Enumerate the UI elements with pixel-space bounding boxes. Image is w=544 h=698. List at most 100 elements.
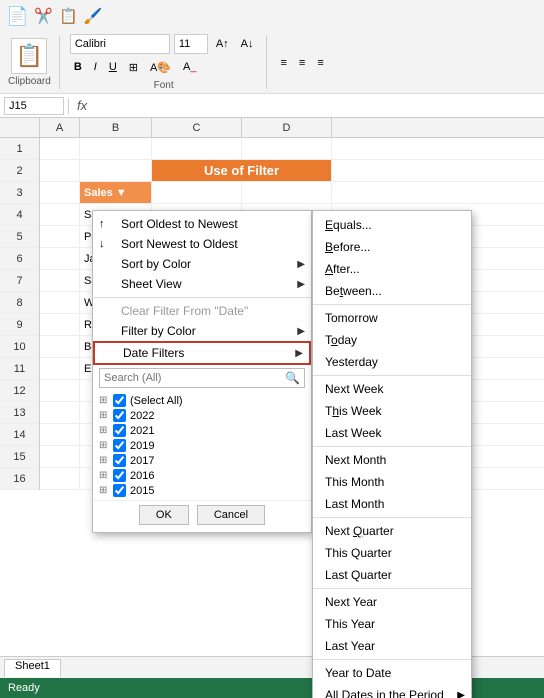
submenu-this-month[interactable]: This Month bbox=[313, 471, 471, 493]
file-menu-icon[interactable]: 📄 bbox=[6, 6, 28, 27]
cell-a15[interactable] bbox=[40, 446, 80, 467]
checkbox-select-all[interactable]: ⊞ (Select All) bbox=[99, 393, 305, 408]
checkbox-2016-input[interactable] bbox=[113, 469, 126, 482]
menu-item-date-filters[interactable]: Date Filters ▶ bbox=[93, 341, 311, 365]
cell-c3[interactable] bbox=[152, 182, 242, 203]
checkbox-2022-input[interactable] bbox=[113, 409, 126, 422]
submenu-all-dates-period[interactable]: All Dates in the Period ▶ bbox=[313, 684, 471, 698]
cell-a13[interactable] bbox=[40, 402, 80, 423]
cell-a6[interactable] bbox=[40, 248, 80, 269]
submenu-next-quarter[interactable]: Next Quarter bbox=[313, 520, 471, 542]
cell-d1[interactable] bbox=[242, 138, 332, 159]
checkbox-2022[interactable]: ⊞ 2022 bbox=[99, 408, 305, 423]
checkbox-2015-input[interactable] bbox=[113, 484, 126, 497]
menu-search-box[interactable]: 🔍 bbox=[99, 368, 305, 388]
submenu-last-year[interactable]: Last Year bbox=[313, 635, 471, 657]
cell-a16[interactable] bbox=[40, 468, 80, 489]
cell-a14[interactable] bbox=[40, 424, 80, 445]
formula-input[interactable] bbox=[95, 100, 540, 112]
expand-2021-icon: ⊞ bbox=[99, 425, 109, 436]
menu-item-sheet-view[interactable]: Sheet View ▶ bbox=[93, 274, 311, 294]
ok-button[interactable]: OK bbox=[139, 505, 189, 525]
checkbox-2019[interactable]: ⊞ 2019 bbox=[99, 438, 305, 453]
cell-b3-sales[interactable]: Sales ▼ bbox=[80, 182, 152, 203]
submenu-next-month[interactable]: Next Month bbox=[313, 449, 471, 471]
font-size-input[interactable] bbox=[174, 34, 208, 54]
row-num-15: 15 bbox=[0, 446, 39, 468]
font-shrink-button[interactable]: A↓ bbox=[237, 34, 258, 54]
submenu-this-week[interactable]: This Week bbox=[313, 400, 471, 422]
cell-c1[interactable] bbox=[152, 138, 242, 159]
submenu-year-to-date[interactable]: Year to Date bbox=[313, 662, 471, 684]
cell-a2[interactable] bbox=[40, 160, 80, 181]
paintbrush-icon[interactable]: 🖌️ bbox=[84, 7, 103, 25]
submenu-yesterday[interactable]: Yesterday bbox=[313, 351, 471, 373]
font-color-button[interactable]: A_ bbox=[179, 57, 200, 77]
checkbox-2019-input[interactable] bbox=[113, 439, 126, 452]
cell-a11[interactable] bbox=[40, 358, 80, 379]
italic-button[interactable]: I bbox=[90, 57, 101, 77]
cell-a3[interactable] bbox=[40, 182, 80, 203]
cell-a9[interactable] bbox=[40, 314, 80, 335]
cell-a1[interactable] bbox=[40, 138, 80, 159]
submenu-after[interactable]: After... bbox=[313, 258, 471, 280]
checkbox-2021-input[interactable] bbox=[113, 424, 126, 437]
cell-a12[interactable] bbox=[40, 380, 80, 401]
sheet-tab-sheet1[interactable]: Sheet1 bbox=[4, 659, 61, 677]
checkbox-2021[interactable]: ⊞ 2021 bbox=[99, 423, 305, 438]
submenu-last-month[interactable]: Last Month bbox=[313, 493, 471, 515]
sheet-view-arrow-icon: ▶ bbox=[297, 279, 305, 290]
menu-item-sort-newest[interactable]: ↓ Sort Newest to Oldest bbox=[93, 234, 311, 254]
cell-d3[interactable] bbox=[242, 182, 332, 203]
menu-item-sort-oldest[interactable]: ↑ Sort Oldest to Newest bbox=[93, 214, 311, 234]
menu-item-sort-color[interactable]: Sort by Color ▶ bbox=[93, 254, 311, 274]
checkbox-2017[interactable]: ⊞ 2017 bbox=[99, 453, 305, 468]
checkbox-2015[interactable]: ⊞ 2015 bbox=[99, 483, 305, 498]
fill-color-button[interactable]: A🎨 bbox=[146, 57, 175, 77]
cell-a4[interactable] bbox=[40, 204, 80, 225]
cell-reference-input[interactable] bbox=[4, 97, 64, 115]
search-input[interactable] bbox=[104, 372, 281, 384]
submenu-last-quarter[interactable]: Last Quarter bbox=[313, 564, 471, 586]
font-grow-button[interactable]: A↑ bbox=[212, 34, 233, 54]
cell-c2-title[interactable]: Use of Filter bbox=[152, 160, 332, 181]
cell-a7[interactable] bbox=[40, 270, 80, 291]
submenu-last-year-label: Last Year bbox=[325, 639, 375, 653]
checkbox-select-all-input[interactable] bbox=[113, 394, 126, 407]
cell-b1[interactable] bbox=[80, 138, 152, 159]
menu-label-sort-newest: Sort Newest to Oldest bbox=[121, 237, 238, 251]
checkbox-select-all-label: (Select All) bbox=[130, 395, 183, 407]
submenu-last-week[interactable]: Last Week bbox=[313, 422, 471, 444]
menu-label-sort-color: Sort by Color bbox=[121, 257, 191, 271]
checkbox-2017-input[interactable] bbox=[113, 454, 126, 467]
submenu-between-label: Between... bbox=[325, 284, 382, 298]
submenu-equals[interactable]: Equals... bbox=[313, 214, 471, 236]
scissors-icon[interactable]: ✂️ bbox=[34, 7, 53, 25]
underline-button[interactable]: U bbox=[105, 57, 121, 77]
menu-item-clear-filter[interactable]: Clear Filter From "Date" bbox=[93, 301, 311, 321]
submenu-next-week[interactable]: Next Week bbox=[313, 378, 471, 400]
menu-item-filter-color[interactable]: Filter by Color ▶ bbox=[93, 321, 311, 341]
submenu-between[interactable]: Between... bbox=[313, 280, 471, 302]
border-button[interactable]: ⊞ bbox=[125, 57, 142, 77]
submenu-this-year[interactable]: This Year bbox=[313, 613, 471, 635]
submenu-next-year[interactable]: Next Year bbox=[313, 591, 471, 613]
align-left-button[interactable]: ≡ bbox=[277, 53, 291, 73]
cell-b2[interactable] bbox=[80, 160, 152, 181]
submenu-before[interactable]: Before... bbox=[313, 236, 471, 258]
cell-a10[interactable] bbox=[40, 336, 80, 357]
align-right-button[interactable]: ≡ bbox=[313, 53, 327, 73]
font-name-input[interactable] bbox=[70, 34, 170, 54]
bold-button[interactable]: B bbox=[70, 57, 86, 77]
cancel-button[interactable]: Cancel bbox=[197, 505, 265, 525]
cell-a8[interactable] bbox=[40, 292, 80, 313]
checkbox-2016[interactable]: ⊞ 2016 bbox=[99, 468, 305, 483]
submenu-tomorrow[interactable]: Tomorrow bbox=[313, 307, 471, 329]
align-center-button[interactable]: ≡ bbox=[295, 53, 309, 73]
cell-a5[interactable] bbox=[40, 226, 80, 247]
submenu-this-quarter[interactable]: This Quarter bbox=[313, 542, 471, 564]
submenu-today[interactable]: Today bbox=[313, 329, 471, 351]
paste-button[interactable]: 📋 bbox=[11, 38, 47, 74]
submenu-sep-1 bbox=[313, 304, 471, 305]
copy-icon[interactable]: 📋 bbox=[59, 7, 78, 25]
